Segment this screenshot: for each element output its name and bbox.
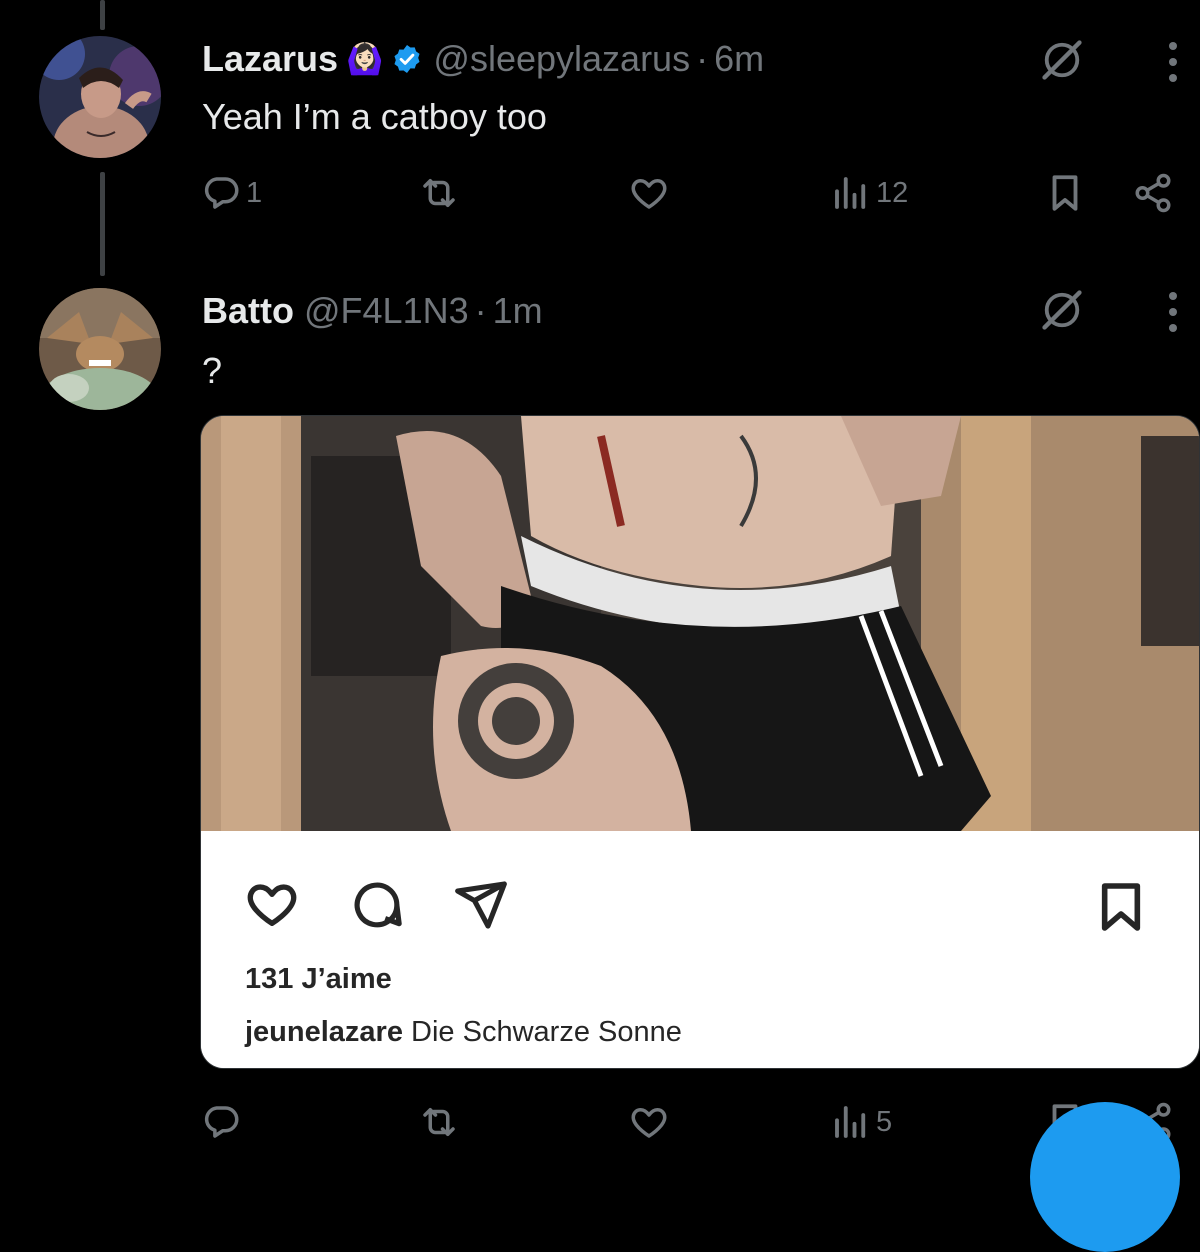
views-count: 5 xyxy=(876,1105,893,1138)
views-button[interactable]: 12 xyxy=(830,172,908,214)
bookmark-button[interactable] xyxy=(1044,172,1086,214)
grok-icon[interactable] xyxy=(1038,286,1086,334)
views-icon xyxy=(835,177,866,209)
repost-button[interactable] xyxy=(418,1101,460,1143)
ig-save-icon[interactable] xyxy=(1093,879,1149,935)
ig-caption-text: Die Schwarze Sonne xyxy=(411,1016,682,1048)
avatar-batto[interactable] xyxy=(39,288,161,410)
post-text: ? xyxy=(202,350,223,391)
like-icon xyxy=(631,179,667,209)
bookmark-icon xyxy=(1052,175,1078,211)
separator-dot: · xyxy=(696,38,709,79)
more-icon[interactable] xyxy=(1167,290,1179,334)
display-name[interactable]: Batto xyxy=(202,290,294,332)
reply-icon xyxy=(204,177,239,209)
handle[interactable]: @F4L1N3 xyxy=(304,290,469,332)
timestamp[interactable]: 6m xyxy=(714,38,764,80)
display-name[interactable]: Lazarus xyxy=(202,38,338,80)
media-attachment[interactable]: 131 J’aime jeunelazare Die Schwarze Sonn… xyxy=(200,415,1200,1069)
verified-badge-icon xyxy=(394,45,420,73)
separator-dot: · xyxy=(474,290,487,331)
reply-button[interactable]: 1 xyxy=(200,172,262,214)
instagram-panel: 131 J’aime jeunelazare Die Schwarze Sonn… xyxy=(201,831,1199,1068)
ig-username: jeunelazare xyxy=(245,1016,403,1048)
avatar-lazarus[interactable] xyxy=(39,36,161,158)
ig-likes-count: 131 J’aime xyxy=(245,963,392,995)
ig-comment-icon[interactable] xyxy=(349,877,405,933)
compose-button[interactable] xyxy=(1030,1102,1180,1252)
views-button[interactable]: 5 xyxy=(830,1101,892,1143)
reply-icon xyxy=(204,1106,239,1138)
like-button[interactable] xyxy=(628,1101,670,1143)
share-button[interactable] xyxy=(1132,172,1174,214)
repost-icon xyxy=(423,179,455,207)
profile-emoji-badge: 🙆🏻‍♀️ xyxy=(346,42,384,76)
ig-share-icon[interactable] xyxy=(453,877,509,933)
post-header-batto: Batto @F4L1N3 · 1m xyxy=(202,290,543,332)
post-text: Yeah I’m a catboy too xyxy=(202,96,547,137)
post-photo xyxy=(201,416,1199,831)
grok-icon[interactable] xyxy=(1038,36,1086,84)
action-bar: 1 12 xyxy=(0,166,1200,226)
views-icon xyxy=(835,1106,866,1138)
repost-icon xyxy=(423,1108,455,1136)
like-icon xyxy=(631,1108,667,1138)
handle[interactable]: @sleepylazarus xyxy=(433,38,690,80)
timestamp[interactable]: 1m xyxy=(493,290,543,332)
ig-like-icon[interactable] xyxy=(243,875,301,933)
more-icon[interactable] xyxy=(1167,40,1179,84)
thread-line-top xyxy=(100,0,105,30)
reply-button[interactable] xyxy=(200,1101,246,1143)
share-icon xyxy=(1135,173,1171,213)
ig-caption: jeunelazare Die Schwarze Sonne xyxy=(245,1016,682,1049)
like-button[interactable] xyxy=(628,172,670,214)
views-count: 12 xyxy=(876,176,909,209)
reply-count: 1 xyxy=(246,176,263,209)
action-bar: 5 xyxy=(0,1095,1200,1155)
repost-button[interactable] xyxy=(418,172,460,214)
post-header-lazarus: Lazarus 🙆🏻‍♀️ @sleepylazarus · 6m xyxy=(202,38,764,80)
